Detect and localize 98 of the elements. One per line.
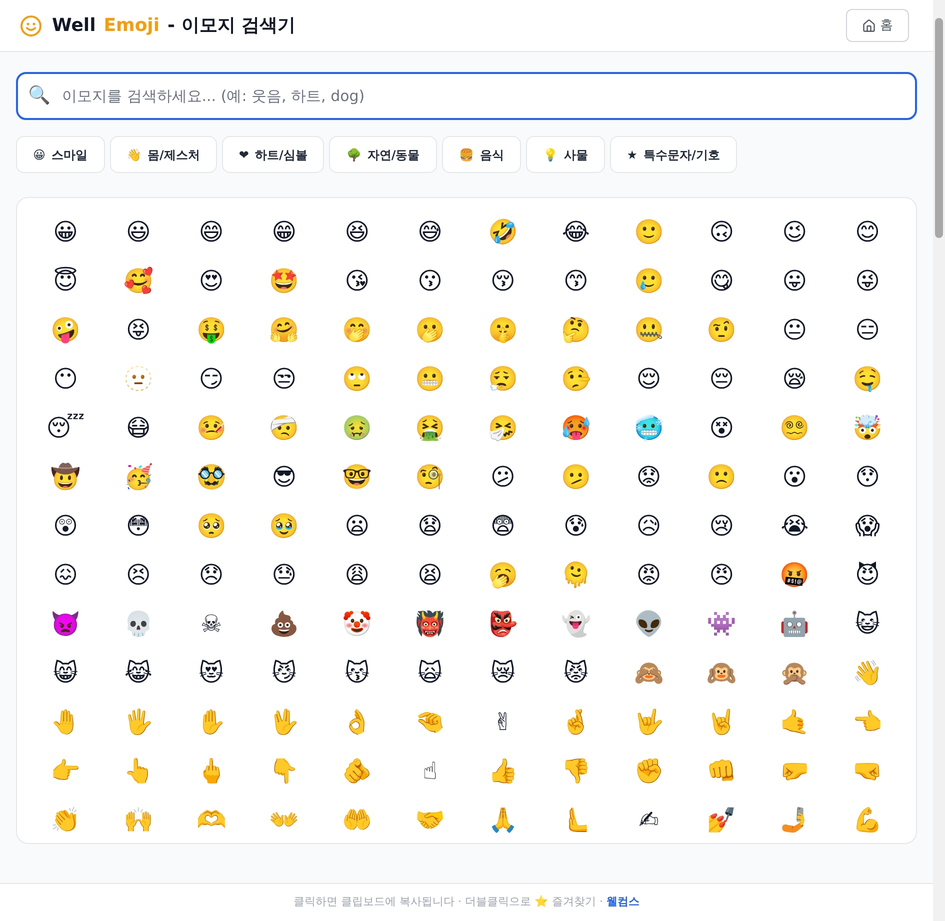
emoji-button[interactable]: 😯 [831,453,904,500]
emoji-button[interactable]: 👻 [539,600,612,647]
emoji-button[interactable]: 😈 [831,551,904,598]
house-icon [862,18,876,32]
emoji-button[interactable]: 😋 [685,257,758,304]
logo-text: Emoji [104,14,160,38]
home-button[interactable]: 홈 [846,9,909,42]
emoji-button[interactable]: 😗 [394,257,466,304]
emoji-button[interactable]: 😰 [539,502,612,549]
emoji-button[interactable]: 💀 [102,600,175,647]
emoji-button[interactable]: 😝 [102,306,175,353]
emoji-button[interactable]: 😕 [466,453,540,500]
emoji-button[interactable]: 😹 [102,649,175,696]
emoji-button[interactable]: 👺 [466,600,540,647]
search-icon: 🔍 [28,84,50,108]
emoji-button[interactable]: 🙀 [394,649,466,696]
emoji-button[interactable]: 😌 [612,355,686,402]
emoji-button[interactable]: 👾 [685,600,758,647]
emoji-button[interactable]: 😶 [29,355,102,402]
category-button[interactable]: 💡 사물 [526,136,605,173]
emoji-button[interactable]: 😡 [612,551,686,598]
emoji-button[interactable]: 😅 [394,208,466,255]
emoji-button[interactable]: 😫 [394,551,466,598]
emoji-button[interactable]: 😭 [758,502,832,549]
emoji-button[interactable]: 😔 [685,355,758,402]
emoji-button[interactable]: 😪 [758,355,832,402]
emoji-button[interactable]: 😷 [102,404,175,451]
emoji-button[interactable]: 😦 [320,502,394,549]
emoji-button[interactable]: 🤖 [758,600,832,647]
emoji-button[interactable]: 😇 [29,257,102,304]
emoji-button[interactable]: ☠ [174,600,248,647]
emoji-button[interactable]: 💩 [248,600,321,647]
category-button[interactable]: 😀 스마일 [16,136,105,173]
category-button[interactable]: 👋 몸/제스처 [110,136,217,173]
emoji-button[interactable]: 😮 [758,453,832,500]
category-button[interactable]: 🍔 음식 [442,136,521,173]
category-button[interactable]: ★ 특수문자/기호 [610,136,737,173]
emoji-button[interactable]: 😂 [539,208,612,255]
emoji-button[interactable]: 😁 [248,208,321,255]
emoji-button[interactable]: 🤢 [320,404,394,451]
emoji-button[interactable]: 😆 [320,208,394,255]
emoji-button[interactable]: 😚 [466,257,540,304]
footer-link[interactable]: 웰컴스 [606,895,640,908]
scrollbar[interactable] [933,0,945,921]
emoji-button[interactable]: 😃 [102,208,175,255]
emoji-button[interactable]: 😉 [758,208,832,255]
emoji-button[interactable]: 😩 [320,551,394,598]
emoji-button[interactable]: 😄 [174,208,248,255]
emoji-button[interactable]: 😳 [102,502,175,549]
emoji-button[interactable]: 😛 [758,257,832,304]
emoji-button[interactable]: 😣 [102,551,175,598]
emoji-button[interactable]: 😜 [831,257,904,304]
emoji-button[interactable]: 😖 [29,551,102,598]
emoji-button[interactable]: 😾 [539,649,612,696]
emoji-button[interactable]: 😥 [612,502,686,549]
emoji-button[interactable]: 😟 [612,453,686,500]
emoji-button[interactable]: 😠 [685,551,758,598]
emoji-button[interactable]: 😵 [685,404,758,451]
emoji-button[interactable]: 😼 [248,649,321,696]
emoji-button[interactable]: 😲 [29,502,102,549]
emoji-button[interactable]: 😸 [29,649,102,696]
smile-icon [20,14,42,36]
emoji-button[interactable]: 😧 [394,502,466,549]
footer-note: 클릭하면 클립보드에 복사됩니다 · 더블클릭으로 ⭐ 즐겨찾기 · 웰컴스 [294,894,640,910]
emoji-button[interactable]: 🙃 [685,208,758,255]
category-button[interactable]: 🌳 자연/동물 [329,136,437,173]
emoji-button[interactable]: 😴 [29,404,102,451]
emoji-button[interactable]: 🫥 [102,355,175,402]
logo-text: - 이모지 검색기 [168,14,296,38]
emoji-button[interactable]: 😨 [466,502,540,549]
emoji-button[interactable]: 😏 [174,355,248,402]
emoji-button[interactable]: 😱 [831,502,904,549]
emoji-button[interactable]: 😐 [758,306,832,353]
emoji-button[interactable]: 😀 [29,208,102,255]
emoji-button[interactable]: 😢 [685,502,758,549]
emoji-button[interactable]: ✌ [466,698,540,745]
emoji-button[interactable]: 👿 [29,600,102,647]
emoji-button[interactable]: 😻 [174,649,248,696]
emoji-button[interactable]: 😒 [248,355,321,402]
emoji-button[interactable]: ✍ [612,796,686,843]
emoji-button[interactable]: 😞 [174,551,248,598]
emoji-button[interactable]: 👽 [612,600,686,647]
category-button[interactable]: ❤ 하트/심볼 [222,136,324,173]
emoji-button[interactable]: 😑 [831,306,904,353]
logo-text: Well [52,14,96,38]
emoji-button[interactable]: 😊 [831,208,904,255]
emoji-button[interactable]: 😙 [539,257,612,304]
emoji-button[interactable]: 😍 [174,257,248,304]
emoji-button[interactable]: 😽 [320,649,394,696]
emoji-button[interactable]: 😓 [248,551,321,598]
emoji-button[interactable]: 👹 [394,600,466,647]
emoji-button[interactable]: 😺 [831,600,904,647]
emoji-button[interactable]: 🙊 [758,649,832,696]
emoji-button[interactable]: ☝ [394,747,466,794]
emoji-button[interactable]: 😎 [248,453,321,500]
emoji-button[interactable]: 😘 [320,257,394,304]
emoji-button[interactable]: 🤡 [320,600,394,647]
emoji-button[interactable]: 😿 [466,649,540,696]
